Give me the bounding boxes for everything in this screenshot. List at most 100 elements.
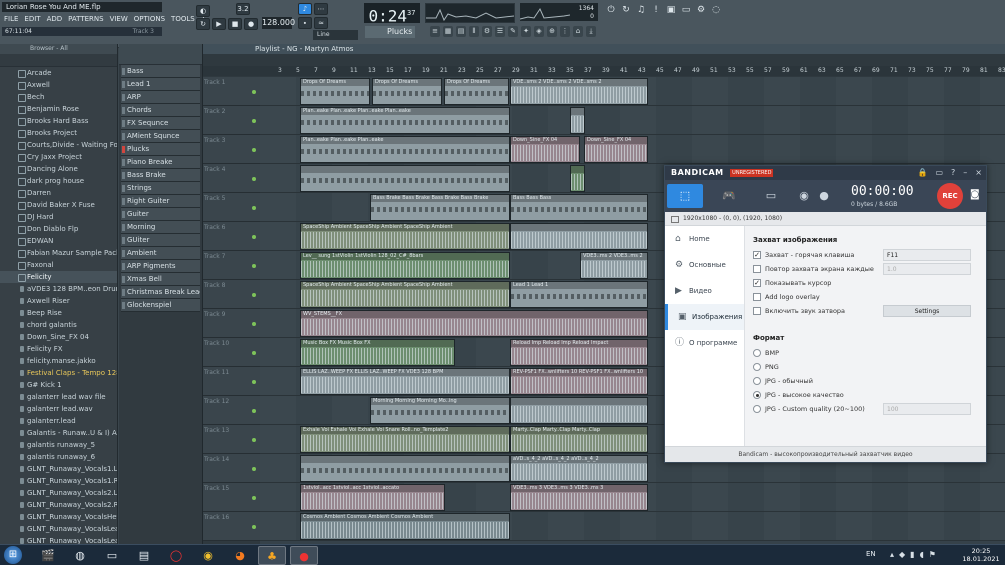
playlist-icon[interactable]: ≡ [430,26,440,37]
browser-item[interactable]: galanterr lead wav file [0,391,117,403]
channel-item[interactable]: Morning [121,221,200,234]
track-header[interactable]: Track 6 [203,222,260,251]
chat-icon[interactable]: ◌ [710,4,722,16]
opt-hotkey[interactable]: ✓ Захват - горячая клавиша F11 [753,248,983,262]
stop-button[interactable]: ■ [228,18,242,30]
flag-icon[interactable]: ⚑ [929,550,936,559]
playlist-clip[interactable]: Morning Morning Morning Mo..ing [370,397,510,424]
track-header[interactable]: Track 5 [203,193,260,222]
playlist-clip[interactable]: Down_Sine_FX 04 [510,136,580,163]
browser-item[interactable]: dark prog house [0,175,117,187]
playlist-clip[interactable] [510,223,648,250]
opt-cursor[interactable]: ✓ Показывать курсор [753,276,983,290]
game-mode-button[interactable]: 🎮 [711,184,747,208]
browser-item[interactable]: galantis runaway_5 [0,439,117,451]
track-mute-led[interactable] [252,177,256,181]
playlist-clip[interactable] [300,165,510,192]
channel-item[interactable]: Chords [121,104,200,117]
logo-checkbox[interactable] [753,293,761,301]
opt-sound[interactable]: Включить звук затвора Settings [753,304,983,318]
opt-logo[interactable]: Add logo overlay [753,290,983,304]
opera-icon[interactable]: ◯ [162,546,190,565]
browser-item[interactable]: Don Diablo Flp [0,223,117,235]
mic-icon[interactable]: ♫ [635,4,647,16]
mixer-icon[interactable]: ⫴ [469,26,479,37]
pattern-song-toggle[interactable]: ◐ [196,5,210,17]
browser-item[interactable]: GLNT_Runaway_Vocals1.R [0,475,117,487]
snap-selector[interactable]: Line [313,30,358,40]
language-indicator[interactable]: EN [866,550,876,558]
browser-item[interactable]: GLNT_Runaway_Vocals2.L [0,487,117,499]
track-header[interactable]: Track 13 [203,425,260,454]
firefox-icon[interactable]: ◕ [226,546,254,565]
browser-item[interactable]: G# Kick 1 [0,379,117,391]
track-mute-led[interactable] [252,264,256,268]
sound-checkbox[interactable] [753,307,761,315]
track-header[interactable]: Track 11 [203,367,260,396]
browser-item[interactable]: Felicity [0,271,117,283]
explorer-icon[interactable]: ▭ [98,546,126,565]
playlist-clip[interactable]: Reload Imp Reload Imp Reload Impact [510,339,648,366]
browser-item[interactable]: Courts,Divide - Waiting For You [0,139,117,151]
menu-view[interactable]: VIEW [108,14,130,24]
browser-item[interactable]: Faxonal [0,259,117,271]
channel-rack-icon[interactable]: ▤ [456,26,466,37]
bmp-radio[interactable] [753,349,761,357]
hotkey-field[interactable]: F11 [883,249,971,261]
playlist-clip[interactable]: Exhale Voi Exhale Voi Exhale Voi Snare R… [300,426,510,453]
browser-item[interactable]: Bech [0,91,117,103]
nav-video[interactable]: ▶ Видео [665,278,744,304]
plugin-icon[interactable]: ⚙ [482,26,492,37]
opt-repeat[interactable]: Повтор захвата экрана каждые 1.0 [753,262,983,276]
chrome-icon[interactable]: ◉ [194,546,222,565]
channel-item[interactable]: Ambient [121,247,200,260]
track-mute-led[interactable] [252,90,256,94]
channel-item[interactable]: Bass Brake [121,169,200,182]
playlist-clip[interactable]: aVD..s_4_2 aVD..s_4_2 aVD..s_4_2 [510,455,648,482]
browser-item[interactable]: Benjamin Rose [0,103,117,115]
track-header[interactable]: Track 4 [203,164,260,193]
channel-item[interactable]: ARP Pigments [121,260,200,273]
numbers-icon[interactable]: 3.2 [236,3,250,15]
browser-item[interactable]: galanterr.lead [0,415,117,427]
browser-item[interactable]: Galantis - Runaw..U & I) Acapella [0,427,117,439]
browser-item[interactable]: GLNT_Runaway_Vocals1.L [0,463,117,475]
webcam-toggle-icon[interactable]: ◉ [795,184,813,208]
taskbar-clock[interactable]: 20:25 18.01.2021 [960,547,1002,563]
channel-item[interactable]: AMient Squnce [121,130,200,143]
repeat-field[interactable]: 1.0 [883,263,971,275]
nav-home[interactable]: ⌂ Home [665,226,744,252]
track-mute-led[interactable] [252,525,256,529]
menu-patterns[interactable]: PATTERNS [66,14,105,24]
step-icon[interactable]: ∙ [298,17,312,29]
playlist-clip[interactable]: WV_STEMS__FX [300,310,648,337]
playlist-clip[interactable] [570,165,585,192]
browser-item[interactable]: Fabian Mazur Sample Pack [0,247,117,259]
track-mute-led[interactable] [252,322,256,326]
track-header[interactable]: Track 2 [203,106,260,135]
playlist-clip[interactable]: SpaceShip Ambient SpaceShip Ambient Spac… [300,281,510,308]
track-header[interactable]: Track 15 [203,483,260,512]
browser-item[interactable]: EDWAN [0,235,117,247]
repeat-checkbox[interactable] [753,265,761,273]
menu-edit[interactable]: EDIT [22,14,42,24]
settings-button[interactable]: Settings [883,305,971,317]
song-time-display[interactable]: 0:2437 [364,3,420,25]
channel-item[interactable]: ARP [121,91,200,104]
channel-item[interactable]: Strings [121,182,200,195]
fmt-bmp[interactable]: BMP [753,346,983,360]
lock-icon[interactable]: 🔒 [918,166,928,180]
mic-toggle-icon[interactable]: ● [815,184,833,208]
browser-item[interactable]: GLNT_Runaway_Vocals2.R [0,499,117,511]
channel-item[interactable]: FX Sequnce [121,117,200,130]
fmt-jpg-custom[interactable]: JPG - Custom quality (20~100) 100 [753,402,983,416]
track-header[interactable]: Track 1 [203,77,260,106]
start-button[interactable]: ⊞ [4,546,22,564]
playlist-clip[interactable]: Plan..eake Plan..eake Plan..eake Plan..e… [300,107,510,134]
tag-icon[interactable]: ◈ [534,26,544,37]
help-icon[interactable]: ? [951,166,955,180]
playlist-clip[interactable] [570,107,585,134]
pen-icon[interactable]: ✎ [508,26,518,37]
exclaim-icon[interactable]: ! [650,4,662,16]
browser-item[interactable]: aVDE3 128 BPM..eon Drums 4_2 [0,283,117,295]
